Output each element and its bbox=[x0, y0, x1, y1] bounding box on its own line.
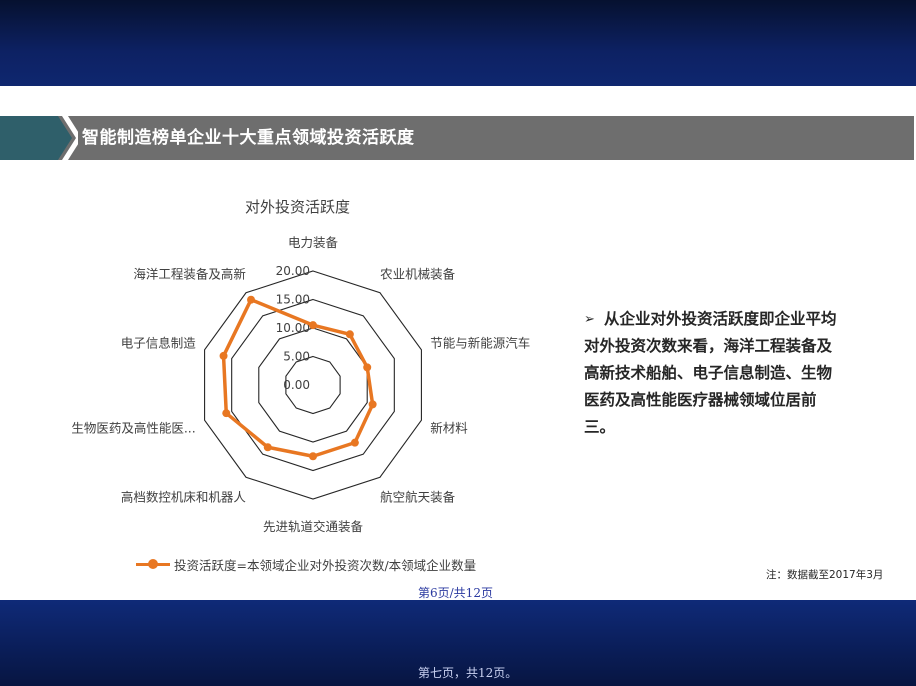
radar-tick-label: 0.00 bbox=[283, 378, 310, 392]
radar-data-point bbox=[263, 443, 272, 452]
radar-data-point bbox=[363, 363, 372, 372]
bullet-text: 从企业对外投资活跃度即企业平均对外投资次数来看，海洋工程装备及高新技术船舶、电子… bbox=[584, 306, 842, 441]
radar-category-label: 农业机械装备 bbox=[380, 266, 456, 281]
radar-tick-label: 20.00 bbox=[276, 264, 310, 278]
page-indicator[interactable]: 第6页/共12页 bbox=[418, 584, 493, 601]
data-note: 注：数据截至2017年3月 bbox=[766, 569, 884, 581]
radar-category-label: 先进轨道交通装备 bbox=[263, 519, 364, 534]
radar-data-point bbox=[368, 400, 377, 409]
radar-category-label: 生物医药及高性能医... bbox=[71, 421, 195, 436]
page-indicator-text: 第6页/共12页 bbox=[418, 586, 493, 600]
radar-category-label: 海洋工程装备及高新 bbox=[133, 266, 246, 281]
radar-category-label: 高档数控机床和机器人 bbox=[121, 490, 247, 505]
radar-grid-ring bbox=[204, 270, 422, 500]
legend-label: 投资活跃度=本领域企业对外投资次数/本领域企业数量 bbox=[174, 558, 477, 573]
radar-data-point bbox=[345, 330, 354, 339]
footer-page-text: 第七页，共12页。 bbox=[418, 666, 518, 680]
radar-category-label: 新材料 bbox=[430, 421, 468, 436]
radar-data-point bbox=[247, 295, 256, 304]
radar-data-point bbox=[219, 351, 228, 360]
radar-data-point bbox=[222, 409, 231, 418]
radar-tick-label: 15.00 bbox=[276, 293, 310, 307]
bullet-body: 从企业对外投资活跃度即企业平均对外投资次数来看，海洋工程装备及高新技术船舶、电子… bbox=[584, 310, 837, 436]
radar-category-label: 航空航天装备 bbox=[380, 490, 456, 505]
radar-data-point bbox=[309, 321, 317, 330]
legend-marker-icon bbox=[148, 559, 158, 569]
radar-data-point bbox=[309, 452, 317, 461]
chart-title: 对外投资活跃度 bbox=[245, 198, 351, 216]
radar-category-label: 电子信息制造 bbox=[121, 335, 197, 350]
radar-category-label: 节能与新能源汽车 bbox=[430, 335, 530, 350]
radar-grid-ring bbox=[258, 327, 368, 443]
radar-data-point bbox=[350, 438, 359, 447]
radar-category-label: 电力装备 bbox=[288, 235, 339, 250]
radar-tick-label: 5.00 bbox=[283, 350, 310, 364]
radar-chart: 0.005.0010.0015.0020.00电力装备农业机械装备节能与新能源汽… bbox=[71, 235, 530, 534]
